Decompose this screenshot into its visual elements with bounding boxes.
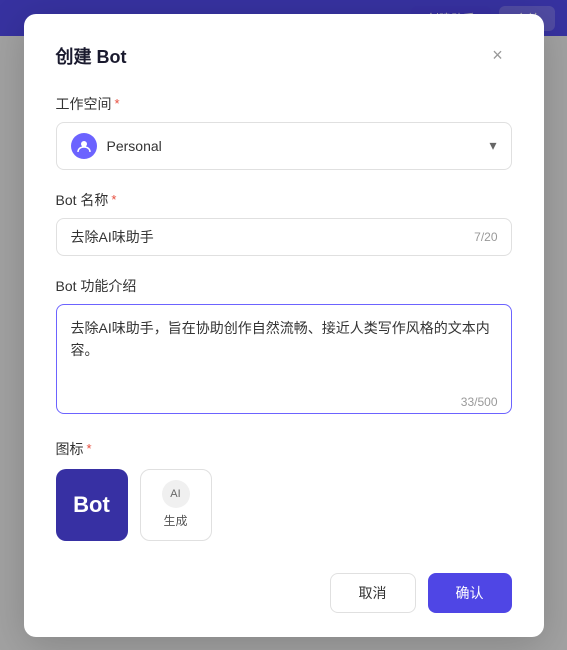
icon-options: Bot AI 生成 (56, 469, 512, 541)
create-bot-modal: 创建 Bot × 工作空间 * Personal ▾ (24, 14, 544, 637)
bot-desc-char-count: 33/500 (461, 395, 498, 409)
bot-name-char-count: 7/20 (474, 230, 497, 244)
workspace-required-star: * (115, 96, 120, 111)
bot-name-input[interactable] (56, 218, 512, 256)
close-button[interactable]: × (484, 42, 512, 70)
bot-desc-textarea-wrapper: 去除AI味助手，旨在协助创作自然流畅、接近人类写作风格的文本内容。 33/500 (56, 304, 512, 419)
bot-desc-textarea[interactable]: 去除AI味助手，旨在协助创作自然流畅、接近人类写作风格的文本内容。 (56, 304, 512, 414)
chevron-down-icon: ▾ (489, 137, 496, 154)
confirm-button[interactable]: 确认 (428, 573, 512, 613)
workspace-select[interactable]: Personal ▾ (56, 122, 512, 170)
workspace-avatar (71, 133, 97, 159)
bot-name-label: Bot 名称 * (56, 190, 512, 210)
icon-label: 图标 * (56, 439, 512, 459)
workspace-name: Personal (107, 138, 162, 154)
workspace-group: 工作空间 * Personal ▾ (56, 94, 512, 170)
bot-desc-label: Bot 功能介绍 (56, 276, 512, 296)
bot-name-required-star: * (111, 192, 116, 207)
modal-title: 创建 Bot (56, 43, 127, 69)
workspace-label: 工作空间 * (56, 94, 512, 114)
icon-generate-button[interactable]: AI 生成 (140, 469, 212, 541)
modal-overlay: 创建 Bot × 工作空间 * Personal ▾ (0, 0, 567, 650)
modal-footer: 取消 确认 (56, 569, 512, 613)
bot-name-input-wrapper: 7/20 (56, 218, 512, 256)
bot-desc-group: Bot 功能介绍 去除AI味助手，旨在协助创作自然流畅、接近人类写作风格的文本内… (56, 276, 512, 419)
bot-name-group: Bot 名称 * 7/20 (56, 190, 512, 256)
icon-section: 图标 * Bot AI 生成 (56, 439, 512, 541)
modal-header: 创建 Bot × (56, 42, 512, 70)
icon-selected-preview[interactable]: Bot (56, 469, 128, 541)
generate-label: 生成 (163, 512, 187, 529)
ai-icon: AI (162, 480, 190, 508)
icon-required-star: * (87, 441, 92, 456)
workspace-left: Personal (71, 133, 162, 159)
cancel-button[interactable]: 取消 (330, 573, 416, 613)
